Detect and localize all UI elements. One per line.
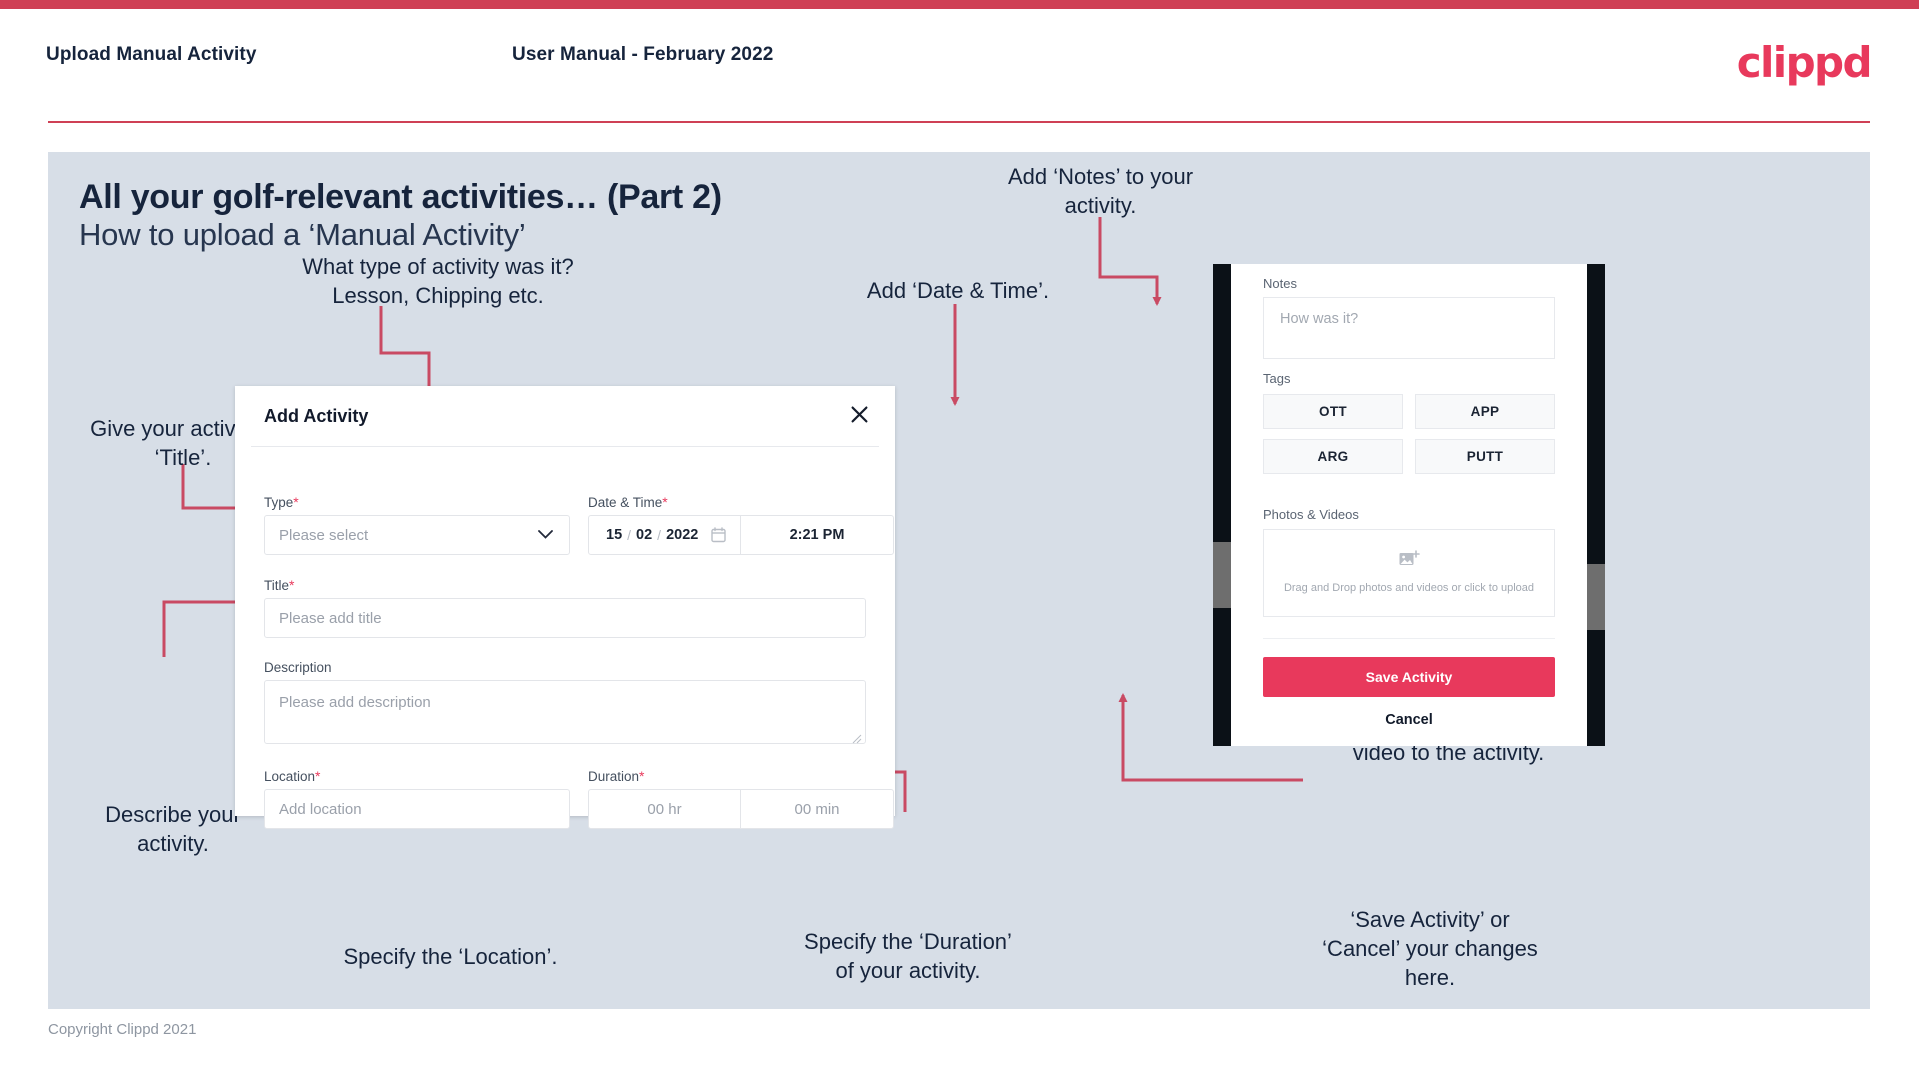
time-input[interactable]: 2:21 PM xyxy=(741,516,893,554)
phone-screen: Notes How was it? Tags OTT APP ARG PUTT … xyxy=(1231,264,1587,746)
date-input[interactable]: 15 / 02 / 2022 xyxy=(589,516,741,554)
title-placeholder: Please add title xyxy=(279,609,382,627)
notes-label: Notes xyxy=(1263,276,1297,291)
dialog-divider xyxy=(251,446,879,447)
annotation-type: What type of activity was it? Lesson, Ch… xyxy=(302,254,574,308)
duration-minutes[interactable]: 00 min xyxy=(741,790,893,828)
description-placeholder: Please add description xyxy=(279,694,431,711)
dialog-title: Add Activity xyxy=(264,406,369,426)
annotation-duration: Specify the ‘Duration’ of your activity. xyxy=(804,929,1012,983)
phone-mockup: Notes How was it? Tags OTT APP ARG PUTT … xyxy=(1213,264,1605,746)
description-textarea[interactable]: Please add description xyxy=(264,680,866,744)
clippd-logo: clippd xyxy=(1736,38,1873,87)
annotation-location: Specify the ‘Location’. xyxy=(343,944,558,969)
slide-canvas: All your golf-relevant activities… (Part… xyxy=(48,152,1870,1009)
date-year: 2022 xyxy=(666,527,699,543)
photos-videos-label: Photos & Videos xyxy=(1263,507,1359,522)
photo-dropzone[interactable]: Drag and Drop photos and videos or click… xyxy=(1263,529,1555,617)
copyright-text: Copyright Clippd 2021 xyxy=(48,1021,197,1038)
datetime-field[interactable]: 15 / 02 / 2022 2:21 PM xyxy=(588,515,894,555)
type-placeholder: Please select xyxy=(279,526,369,544)
duration-field[interactable]: 00 hr 00 min xyxy=(588,789,894,829)
close-icon[interactable] xyxy=(845,400,873,428)
date-sep-1: / xyxy=(627,527,632,543)
description-label: Description xyxy=(264,660,332,675)
phone-right-edge xyxy=(1587,264,1605,746)
tag-button-app[interactable]: APP xyxy=(1415,394,1555,429)
date-sep-2: / xyxy=(657,527,662,543)
save-activity-button[interactable]: Save Activity xyxy=(1263,657,1555,697)
chevron-down-icon xyxy=(538,526,553,544)
datetime-label: Date & Time* xyxy=(588,494,668,510)
duration-hours[interactable]: 00 hr xyxy=(589,790,741,828)
date-day: 15 xyxy=(606,527,623,543)
slide-title: All your golf-relevant activities… (Part… xyxy=(79,178,722,216)
header-left-title: Upload Manual Activity xyxy=(46,44,257,65)
title-label: Title* xyxy=(264,577,295,593)
header-divider xyxy=(48,121,1870,123)
location-label: Location* xyxy=(264,768,321,784)
location-input[interactable]: Add location xyxy=(264,789,570,829)
date-month: 02 xyxy=(636,527,653,543)
calendar-icon[interactable] xyxy=(711,527,727,543)
type-select[interactable]: Please select xyxy=(264,515,570,555)
header-center-title: User Manual - February 2022 xyxy=(512,44,774,65)
tags-label: Tags xyxy=(1263,371,1291,386)
phone-left-edge xyxy=(1213,264,1231,746)
top-accent-bar xyxy=(0,0,1919,9)
phone-separator xyxy=(1263,638,1555,639)
resize-grip-icon[interactable] xyxy=(852,731,862,744)
phone-power-button xyxy=(1587,564,1605,630)
title-input[interactable]: Please add title xyxy=(264,598,866,638)
dropzone-text: Drag and Drop photos and videos or click… xyxy=(1283,582,1535,594)
notes-input[interactable]: How was it? xyxy=(1263,297,1555,359)
duration-label: Duration* xyxy=(588,768,645,784)
tag-button-putt[interactable]: PUTT xyxy=(1415,439,1555,474)
tag-button-arg[interactable]: ARG xyxy=(1263,439,1403,474)
tag-button-ott[interactable]: OTT xyxy=(1263,394,1403,429)
type-label: Type* xyxy=(264,494,299,510)
location-placeholder: Add location xyxy=(279,800,362,818)
phone-volume-button-left xyxy=(1213,542,1231,608)
slide-root: Upload Manual Activity User Manual - Feb… xyxy=(0,0,1919,1079)
annotation-notes: Add ‘Notes’ to your activity. xyxy=(1007,164,1194,218)
notes-placeholder: How was it? xyxy=(1280,311,1359,327)
cancel-button[interactable]: Cancel xyxy=(1263,707,1555,733)
annotation-save-cancel: ‘Save Activity’ or ‘Cancel’ your changes… xyxy=(1322,907,1538,990)
add-activity-dialog: Add Activity Type* Please select Date & … xyxy=(235,386,895,829)
slide-subtitle: How to upload a ‘Manual Activity’ xyxy=(79,217,526,252)
annotation-datetime: Add ‘Date & Time’. xyxy=(866,278,1050,303)
add-image-icon xyxy=(1399,550,1420,574)
